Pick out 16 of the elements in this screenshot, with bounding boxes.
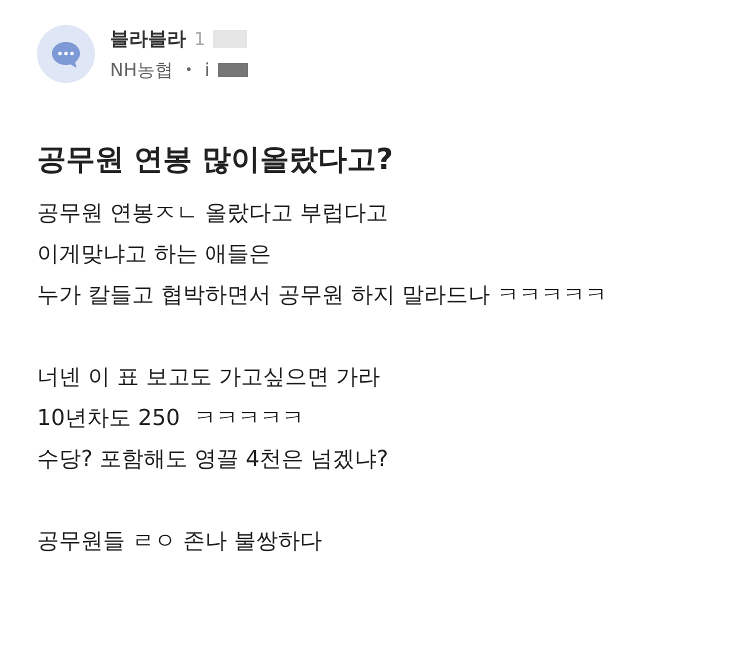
body-text-line: 수당? 포함해도 영끌 4천은 넘겠냐? [37, 446, 390, 474]
redaction-mark [218, 63, 248, 77]
author-id: i [204, 60, 210, 80]
body-text-line: 누가 칼들고 협박하면서 공무원 하지 말라드나 ㅋㅋㅋㅋㅋ [37, 282, 608, 310]
company-name: NH농협 [110, 59, 173, 82]
body-text-line: 너넨 이 표 보고도 가고싶으면 가라 [37, 364, 381, 392]
separator-dot: • [185, 62, 193, 78]
body-text-line: 이게맞냐고 하는 애들은 [37, 240, 272, 269]
post-title: 공무원 연봉 많이올랐다고? [37, 141, 394, 178]
author-name: 블라블라 [110, 27, 186, 52]
body-text-line: 공무원 연봉ㅈㄴ 올랐다고 부럽다고 [37, 200, 389, 228]
body-text-line: 공무원들 ㄹㅇ 존나 불쌍하다 [37, 528, 323, 556]
chat-bubble-avatar-icon [37, 25, 95, 83]
post-time: 1 [194, 28, 206, 50]
body-text-line: 10년차도 250 ㅋㅋㅋㅋㅋ [37, 404, 305, 433]
redaction-mark [213, 30, 248, 48]
